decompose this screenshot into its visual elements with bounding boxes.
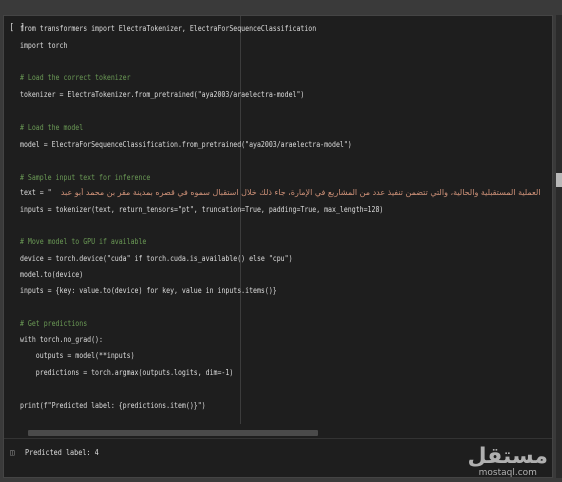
vertical-scrollbar[interactable] (556, 15, 562, 478)
vertical-scrollbar-thumb[interactable] (556, 173, 562, 187)
watermark: مستقل mostaql.com (467, 444, 548, 479)
code-editor[interactable]: from transformers import ElectraTokenize… (20, 16, 540, 425)
code-comment: # Move model to GPU if available (20, 237, 147, 246)
code-line: inputs = {key: value.to(device) for key,… (20, 286, 277, 295)
code-line: model = ElectraForSequenceClassification… (20, 140, 352, 149)
cell-output: Predicted label: 4 (25, 448, 99, 457)
output-divider (4, 438, 552, 439)
code-comment: # Load the model (20, 123, 84, 132)
code-comment: # Load the correct tokenizer (20, 73, 131, 82)
watermark-logo: مستقل (467, 444, 548, 469)
code-line: device = torch.device("cuda" if torch.cu… (20, 254, 293, 263)
code-line: outputs = model(**inputs) (20, 351, 135, 360)
code-line: import torch (20, 41, 68, 50)
code-comment: # Sample input text for inference (20, 173, 151, 182)
code-line: text = " (20, 188, 52, 197)
arabic-input-string: تبع العملية المستقبلية والحالية، والتي ت… (60, 188, 540, 197)
code-line: from transformers import ElectraTokenize… (20, 24, 317, 33)
code-line: print(f"Predicted label: {predictions.it… (20, 401, 206, 410)
code-line: inputs = tokenizer(text, return_tensors=… (20, 205, 384, 214)
code-cell[interactable]: [ ] from transformers import ElectraToke… (3, 15, 553, 478)
code-line: tokenizer = ElectraTokenizer.from_pretra… (20, 90, 305, 99)
output-toggle-icon[interactable]: ◫ (10, 449, 18, 457)
code-line: with torch.no_grad(): (20, 335, 103, 344)
code-comment: # Get predictions (20, 319, 88, 328)
watermark-domain: mostaql.com (478, 468, 537, 478)
horizontal-scrollbar[interactable] (28, 430, 318, 436)
code-line: predictions = torch.argmax(outputs.logit… (20, 368, 234, 377)
code-line: model.to(device) (20, 270, 84, 279)
notebook-frame: [ ] from transformers import ElectraToke… (0, 0, 562, 482)
